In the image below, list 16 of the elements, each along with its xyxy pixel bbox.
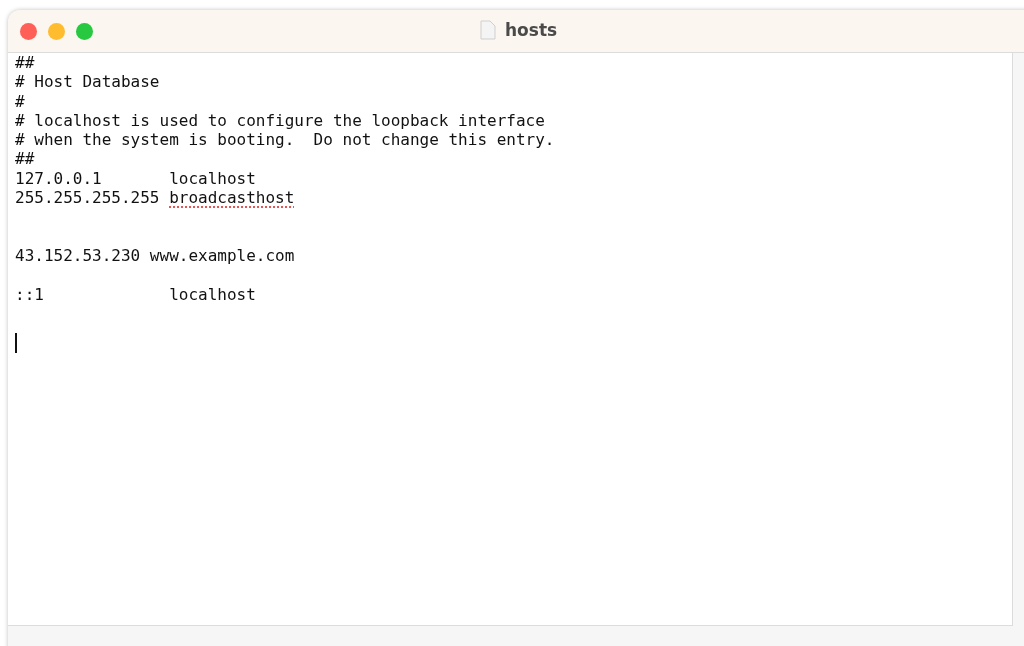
window-title: hosts <box>505 20 558 40</box>
text-line: 255.255.255.255 broadcasthost <box>15 188 295 208</box>
text-line: # Host Database <box>15 72 160 92</box>
minimize-button[interactable] <box>48 22 65 40</box>
text-cursor <box>15 333 17 354</box>
text-line: ## <box>15 149 35 169</box>
text-line: # localhost is used to configure the loopback interface <box>15 110 545 131</box>
text-line: ::1 localhost <box>15 284 256 304</box>
close-button[interactable] <box>20 22 37 40</box>
text-line: 127.0.0.1 localhost <box>15 168 256 189</box>
text-line: # when the system is booting. Do not change this entry. <box>15 130 555 150</box>
text-line: 43.152.53.230 www.example.com <box>15 245 295 266</box>
text-line: # <box>15 91 25 111</box>
text-line: ## <box>15 53 35 73</box>
zoom-button[interactable] <box>76 22 93 40</box>
document-icon <box>480 20 496 40</box>
